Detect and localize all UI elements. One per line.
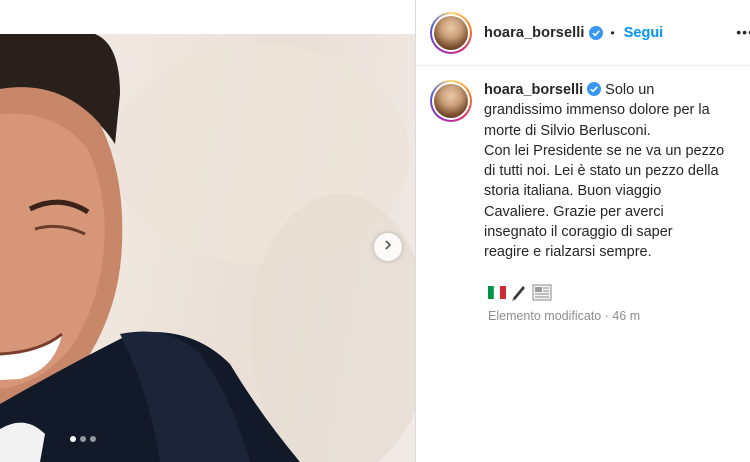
caption-text-block: hoara_borselli Solo un grandissimo immen… xyxy=(484,80,750,263)
carousel-dot xyxy=(80,436,86,442)
caption-avatar[interactable] xyxy=(430,80,472,122)
follow-button[interactable]: Segui xyxy=(624,25,663,41)
caption-avatar-frame xyxy=(432,82,470,120)
pen-icon xyxy=(510,283,528,306)
carousel-dot xyxy=(90,436,96,442)
caption-body: Solo un grandissimo immenso dolore per l… xyxy=(484,82,725,261)
carousel-dot-active xyxy=(70,436,76,442)
header-separator: • xyxy=(610,25,615,40)
chevron-right-icon xyxy=(382,238,394,256)
verified-badge-icon xyxy=(588,25,603,40)
avatar[interactable] xyxy=(430,11,472,54)
caption-username[interactable]: hoara_borselli xyxy=(484,82,583,98)
photo-illustration xyxy=(0,34,415,462)
carousel-indicator xyxy=(70,436,96,442)
header-username[interactable]: hoara_borselli xyxy=(484,25,585,41)
flag-italy-icon xyxy=(488,285,506,304)
post-photo xyxy=(0,34,415,462)
post-sidebar: hoara_borselli • Segui ••• hoara_borsell… xyxy=(416,0,750,462)
avatar-image xyxy=(434,15,468,50)
caption-avatar-image xyxy=(434,84,468,118)
post-media xyxy=(0,0,415,462)
caption-emojis xyxy=(488,283,552,306)
post-header: hoara_borselli • Segui ••• xyxy=(416,0,750,66)
more-options-button[interactable]: ••• xyxy=(736,24,750,40)
next-slide-button[interactable] xyxy=(374,233,402,261)
post-meta: Elemento modificato · 46 m xyxy=(488,309,641,322)
caption: hoara_borselli Solo un grandissimo immen… xyxy=(430,80,750,263)
caption-verified-badge-icon xyxy=(587,82,602,96)
avatar-frame xyxy=(432,13,470,52)
newspaper-icon xyxy=(532,284,552,306)
